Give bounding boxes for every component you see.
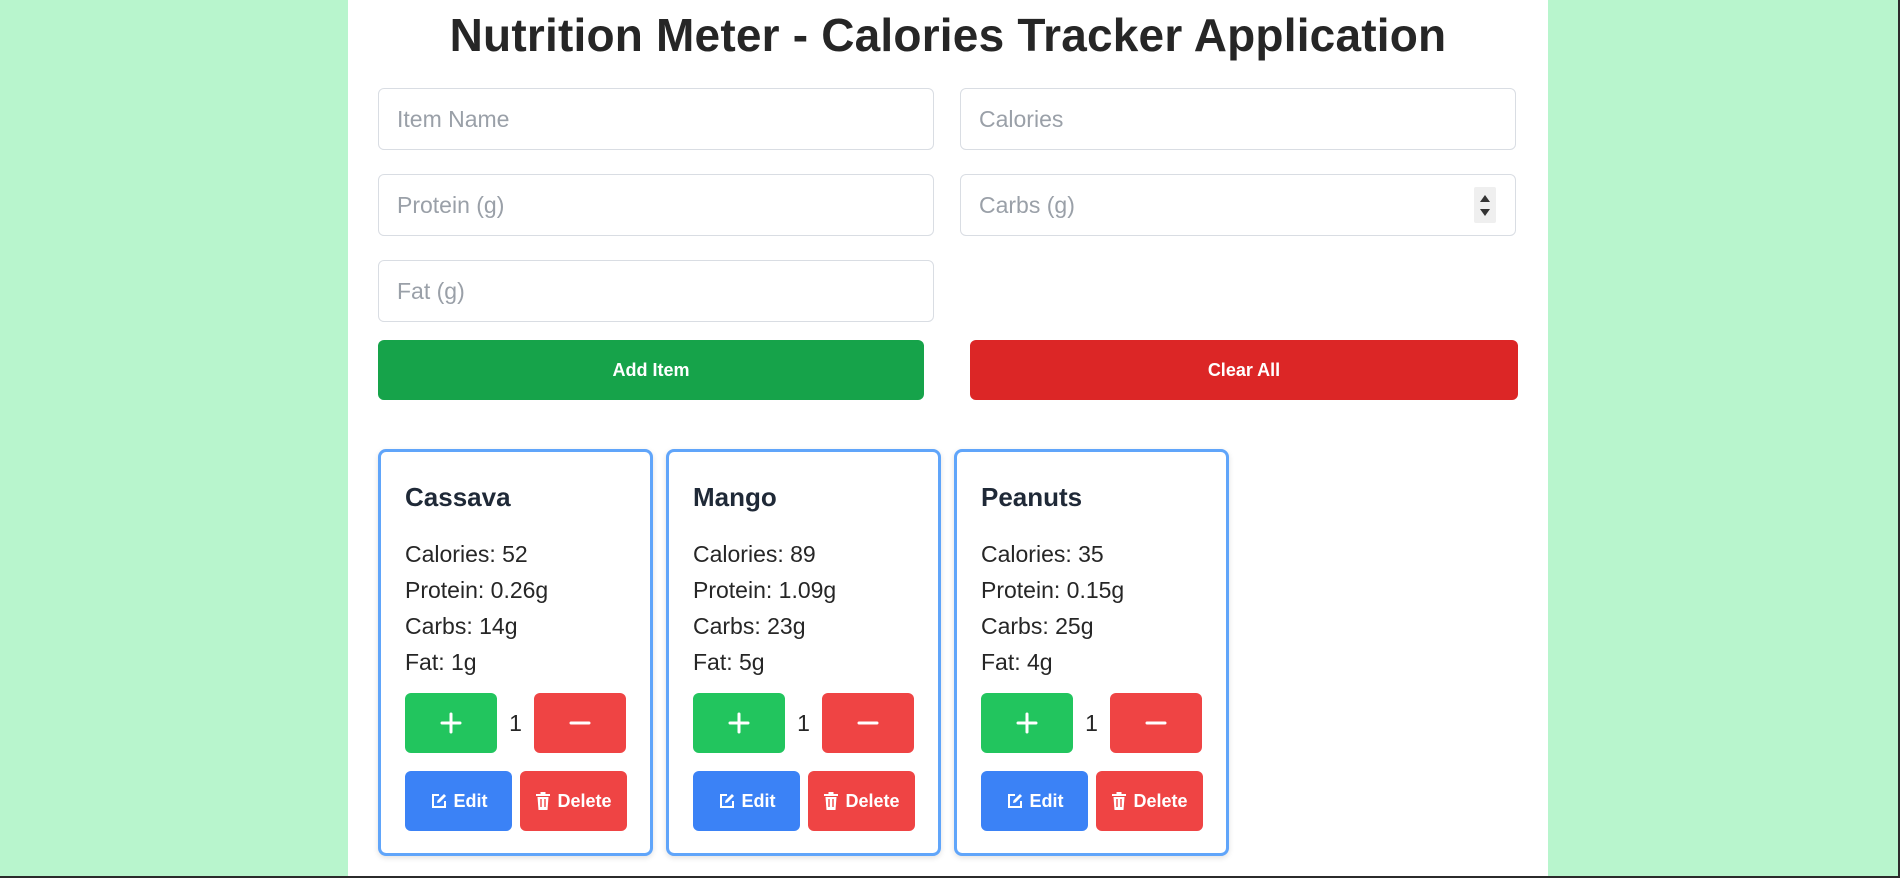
item-calories: Calories: 89 — [693, 541, 816, 567]
edit-label: Edit — [453, 790, 488, 811]
delete-label: Delete — [557, 790, 612, 811]
app-container: Nutrition Meter - Calories Tracker Appli… — [348, 0, 1548, 878]
delete-label: Delete — [845, 790, 900, 811]
item-fat: Fat: 5g — [693, 649, 765, 675]
trash-icon — [824, 792, 839, 810]
decrement-button[interactable] — [1110, 693, 1202, 753]
item-carbs: Carbs: 14g — [405, 613, 518, 639]
increment-button[interactable] — [405, 693, 497, 753]
item-fat: Fat: 4g — [981, 649, 1053, 675]
spinner-up-icon[interactable] — [1480, 195, 1490, 202]
item-name-input[interactable] — [378, 88, 934, 150]
item-protein: Protein: 0.26g — [405, 577, 549, 603]
minus-icon — [569, 721, 591, 725]
plus-icon — [1016, 712, 1038, 734]
quantity-value: 1 — [509, 710, 522, 736]
edit-label: Edit — [1029, 790, 1064, 811]
add-item-button[interactable]: Add Item — [378, 340, 924, 400]
item-carbs: Carbs: 23g — [693, 613, 806, 639]
increment-button[interactable] — [693, 693, 785, 753]
item-name: Mango — [693, 482, 777, 512]
item-name: Peanuts — [981, 482, 1083, 512]
edit-icon — [719, 794, 734, 808]
increment-button[interactable] — [981, 693, 1073, 753]
fat-input[interactable] — [378, 260, 934, 322]
edit-icon — [431, 794, 446, 808]
decrement-button[interactable] — [822, 693, 914, 753]
edit-button[interactable]: Edit — [405, 771, 512, 831]
food-item-card: Mango Calories: 89 Protein: 1.09g Carbs:… — [666, 449, 941, 856]
food-item-card: Peanuts Calories: 35 Protein: 0.15g Carb… — [954, 449, 1229, 856]
delete-label: Delete — [1133, 790, 1188, 811]
item-calories: Calories: 35 — [981, 541, 1104, 567]
item-calories: Calories: 52 — [405, 541, 528, 567]
edit-icon — [1007, 794, 1022, 808]
page-title: Nutrition Meter - Calories Tracker Appli… — [449, 9, 1447, 61]
delete-button[interactable]: Delete — [520, 771, 627, 831]
trash-icon — [1112, 792, 1127, 810]
quantity-value: 1 — [797, 710, 810, 736]
item-fat: Fat: 1g — [405, 649, 477, 675]
delete-button[interactable]: Delete — [1096, 771, 1203, 831]
spinner-down-icon[interactable] — [1480, 209, 1490, 216]
item-name: Cassava — [405, 482, 511, 512]
edit-button[interactable]: Edit — [693, 771, 800, 831]
item-carbs: Carbs: 25g — [981, 613, 1094, 639]
edit-button[interactable]: Edit — [981, 771, 1088, 831]
quantity-value: 1 — [1085, 710, 1098, 736]
protein-input[interactable] — [378, 174, 934, 236]
decrement-button[interactable] — [534, 693, 626, 753]
delete-button[interactable]: Delete — [808, 771, 915, 831]
plus-icon — [440, 712, 462, 734]
edit-label: Edit — [741, 790, 776, 811]
carbs-input[interactable] — [960, 174, 1516, 236]
clear-all-button[interactable]: Clear All — [970, 340, 1518, 400]
food-item-card: Cassava Calories: 52 Protein: 0.26g Carb… — [378, 449, 653, 856]
trash-icon — [536, 792, 551, 810]
minus-icon — [1145, 721, 1167, 725]
item-protein: Protein: 1.09g — [693, 577, 837, 603]
carbs-number-spinner[interactable] — [1474, 187, 1496, 223]
item-protein: Protein: 0.15g — [981, 577, 1125, 603]
plus-icon — [728, 712, 750, 734]
calories-input[interactable] — [960, 88, 1516, 150]
minus-icon — [857, 721, 879, 725]
